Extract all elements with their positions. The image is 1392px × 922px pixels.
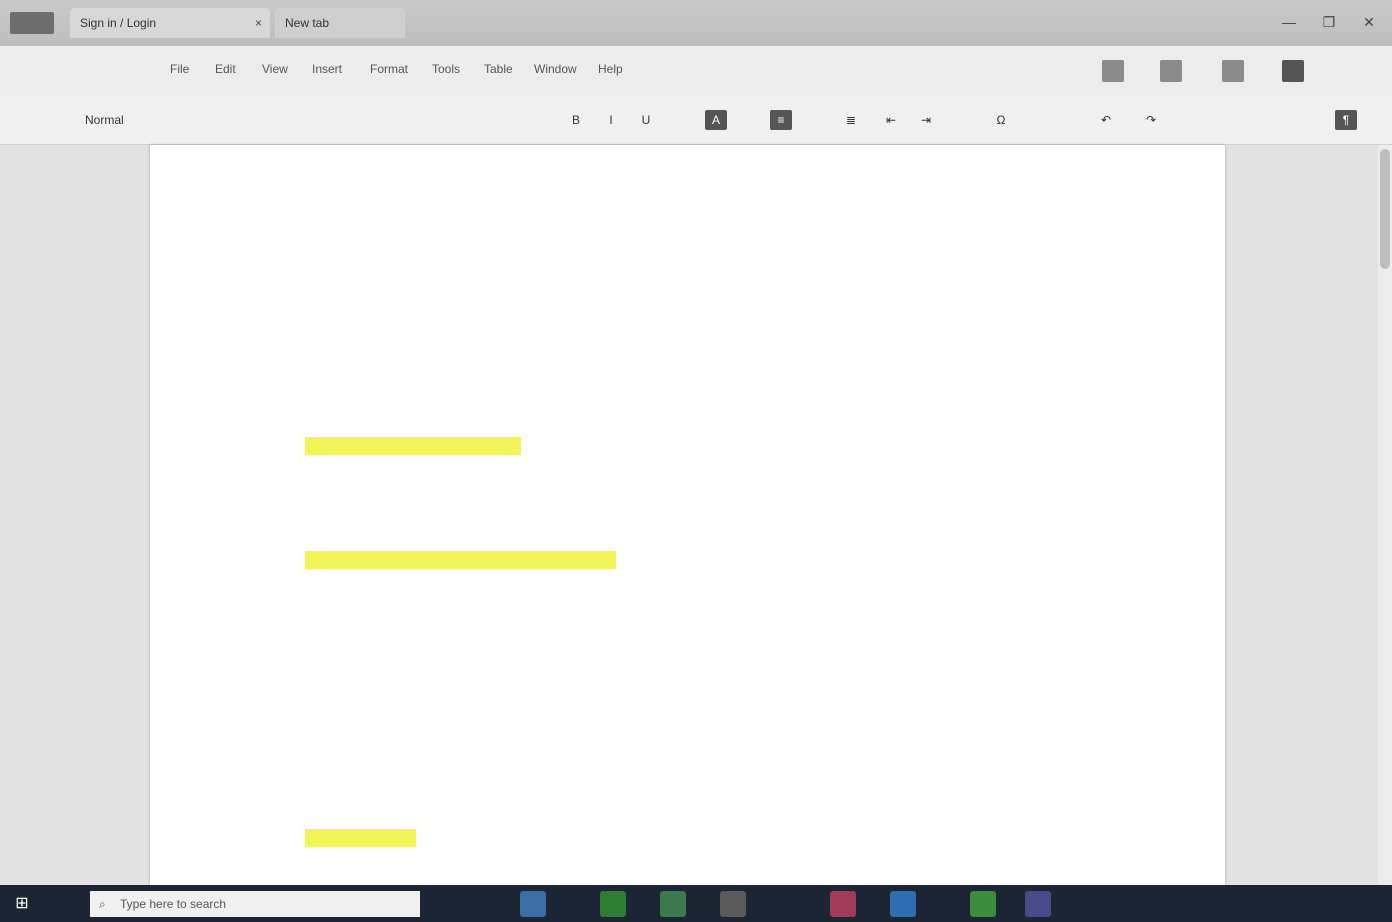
settings-icon[interactable]: [1282, 60, 1304, 82]
special-char-button[interactable]: Ω: [990, 110, 1012, 130]
close-icon[interactable]: ×: [255, 8, 262, 38]
document-page[interactable]: [150, 145, 1225, 885]
tab-document[interactable]: Sign in / Login ×: [70, 8, 270, 38]
word-app-icon[interactable]: [1025, 891, 1051, 917]
highlighted-line: [305, 437, 521, 455]
align-left-button[interactable]: ≡: [770, 110, 792, 130]
menu-table[interactable]: Table: [484, 62, 513, 76]
style-select[interactable]: Normal: [85, 110, 155, 130]
tab-label: New tab: [285, 16, 330, 30]
menu-file[interactable]: File: [170, 62, 189, 76]
menu-window[interactable]: Window: [534, 62, 577, 76]
tab-new[interactable]: New tab: [275, 8, 405, 38]
search-placeholder: Type here to search: [120, 897, 227, 911]
highlighted-line: [305, 829, 416, 847]
formatting-marks-button[interactable]: ¶: [1335, 110, 1357, 130]
indent-button[interactable]: ⇥: [915, 110, 937, 130]
menu-help[interactable]: Help: [598, 62, 623, 76]
menu-view[interactable]: View: [262, 62, 288, 76]
taskbar: ⊞ ⌕ Type here to search: [0, 885, 1392, 922]
italic-button[interactable]: I: [600, 110, 622, 130]
underline-button[interactable]: U: [635, 110, 657, 130]
align-justify-button[interactable]: ≣: [840, 110, 862, 130]
tab-label: Sign in / Login: [80, 16, 157, 30]
scroll-thumb[interactable]: [1380, 149, 1390, 269]
vertical-scrollbar[interactable]: [1378, 145, 1392, 885]
menu-edit[interactable]: Edit: [215, 62, 236, 76]
menu-insert[interactable]: Insert: [312, 62, 342, 76]
comment-icon[interactable]: [1222, 60, 1244, 82]
menu-tools[interactable]: Tools: [432, 62, 460, 76]
font-color-button[interactable]: A: [705, 110, 727, 130]
file-explorer-icon[interactable]: [720, 891, 746, 917]
print-icon[interactable]: [1102, 60, 1124, 82]
menu-bar: File Edit View Insert Format Tools Table…: [0, 46, 1392, 97]
edge-browser-icon[interactable]: [600, 891, 626, 917]
taskbar-search-input[interactable]: ⌕ Type here to search: [90, 891, 420, 917]
spreadsheet-app-icon[interactable]: [660, 891, 686, 917]
highlighted-line: [305, 551, 616, 569]
formatting-toolbar: Normal B I U A ≡ ≣ ⇤ ⇥ Ω ↶ ↷ ¶: [0, 96, 1392, 145]
mail-app-icon[interactable]: [890, 891, 916, 917]
share-icon[interactable]: [1160, 60, 1182, 82]
chrome-browser-icon[interactable]: [970, 891, 996, 917]
close-window-button[interactable]: ✕: [1358, 12, 1380, 32]
document-workspace: [0, 145, 1392, 885]
word-processor-icon[interactable]: [10, 12, 54, 34]
redo-button[interactable]: ↷: [1140, 110, 1162, 130]
title-bar: Sign in / Login × New tab — ❐ ✕: [0, 0, 1392, 47]
menu-format[interactable]: Format: [370, 62, 408, 76]
maximize-button[interactable]: ❐: [1318, 12, 1340, 32]
search-icon: ⌕: [99, 897, 106, 911]
windows-start-icon[interactable]: ⊞: [10, 893, 34, 915]
minimize-button[interactable]: —: [1278, 12, 1300, 32]
undo-button[interactable]: ↶: [1095, 110, 1117, 130]
bold-button[interactable]: B: [565, 110, 587, 130]
outdent-button[interactable]: ⇤: [880, 110, 902, 130]
task-view-icon[interactable]: [520, 891, 546, 917]
media-app-icon[interactable]: [830, 891, 856, 917]
